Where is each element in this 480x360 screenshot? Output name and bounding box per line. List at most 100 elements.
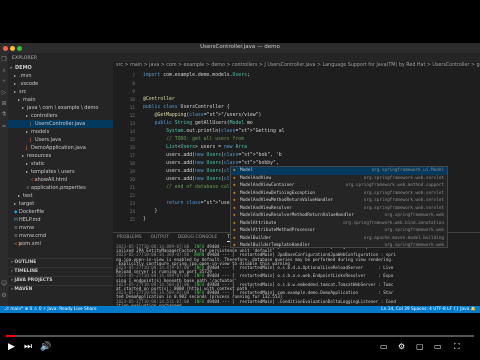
tree-item-label: java \ com \ example \ demo <box>27 105 99 111</box>
section-outline[interactable]: › OUTLINE <box>8 258 113 266</box>
line-number: 18 <box>129 162 135 167</box>
status-left[interactable]: ⎇ main* ⊗ 0 ⚠ 0 ⚡ Java: Ready Live Share <box>4 306 96 313</box>
extensions-icon[interactable]: ⊞ <box>1 101 7 107</box>
tree-item[interactable]: ▸ templates \ users <box>8 168 113 176</box>
suggestion-detail: org.springframework.web <box>384 243 445 248</box>
code-line[interactable]: List<Users> users = new Arra <box>143 145 247 150</box>
tree-item-label: templates \ users <box>31 169 75 175</box>
video-progress-bar[interactable] <box>6 335 474 337</box>
suggestion-item[interactable]: ◈ ModelAndViewResolverMethodReturnValueHa… <box>231 212 447 220</box>
tree-item-label: application.properties <box>31 185 86 191</box>
source-control-icon[interactable]: ⑂ <box>1 79 7 85</box>
code-line[interactable]: public String getAllUsers(Model mo <box>143 121 253 126</box>
line-number: 15 <box>129 138 135 143</box>
panel-tab-problems[interactable]: PROBLEMS <box>117 234 142 241</box>
tree-item[interactable]: <>showAll.html <box>8 176 113 184</box>
suggestion-item[interactable]: ◈ ModelAndViewResolver org.springframework… <box>231 205 447 213</box>
fullscreen-icon[interactable]: ⛶ <box>454 341 460 353</box>
manage-gear-icon[interactable]: ⚙ <box>1 293 7 299</box>
settings-icon[interactable]: ⚙ <box>398 341 405 353</box>
code-line[interactable]: public class UsersController { <box>143 105 230 110</box>
code-line[interactable]: @GetMapping(class="st">"/users/view") <box>143 113 262 118</box>
tree-item[interactable]: ▸ test <box>8 192 113 200</box>
panel-tab-debug-console[interactable]: DEBUG CONSOLE <box>178 234 217 241</box>
tree-item[interactable]: ▸ src <box>8 88 113 96</box>
theater-icon[interactable]: ▭ <box>434 341 442 353</box>
code-line[interactable]: import com.example.demo.models.Users; <box>143 73 250 78</box>
suggestion-label: ModelAndView <box>240 175 272 181</box>
tree-item[interactable]: <>pom.xml <box>8 240 113 248</box>
suggestion-item[interactable]: ◈ ModelAttribute org.springframework.web.b… <box>231 220 447 228</box>
tree-item[interactable]: ▸ .vscode <box>8 80 113 88</box>
search-icon[interactable]: ⌕ <box>1 68 7 74</box>
class-icon: ◈ <box>233 183 236 188</box>
breadcrumb[interactable]: src > main > java > com > example > demo… <box>113 62 480 70</box>
status-right[interactable]: Ln 14, Col 39 Spaces: 4 UTF-8 LF {} Java… <box>381 306 476 313</box>
suggestion-label: ModelAndViewResolver <box>240 205 292 211</box>
line-number: 19 <box>129 170 135 175</box>
tree-item[interactable]: J UsersController.java <box>8 120 113 128</box>
tree-item[interactable]: ▸ resources <box>8 152 113 160</box>
testing-icon[interactable]: ⚗ <box>1 112 7 118</box>
tree-item[interactable]: MHELP.md <box>8 216 113 224</box>
suggestion-item[interactable]: ◈ ModelAndViewMethodReturnValueHandler org… <box>231 197 447 205</box>
section-maven[interactable]: › MAVEN <box>8 285 113 293</box>
suggestion-label: ModelAndViewMethodReturnValueHandler <box>240 198 334 203</box>
miniplayer-icon[interactable]: ▢ <box>416 341 424 353</box>
code-line[interactable]: } <box>143 217 146 222</box>
suggestion-item[interactable]: ◈ ModelAndViewContainer org.springframewor… <box>231 182 447 190</box>
class-icon: ◈ <box>233 243 236 248</box>
tree-item[interactable]: ▸ .mvn <box>8 72 113 80</box>
tree-item[interactable]: ▸ static <box>8 160 113 168</box>
suggestion-item[interactable]: ◈ ModelAttributeMethodProcessor org.spring… <box>231 227 447 235</box>
suggest-widget[interactable]: ◈ Model org.springframework.ui.Model ◈ Model… <box>230 166 448 248</box>
suggestion-item[interactable]: ◈ Model org.springframework.ui.Model <box>231 167 447 175</box>
tree-item[interactable]: ≡application.properties <box>8 184 113 192</box>
tree-item[interactable]: ▸ target <box>8 200 113 208</box>
code-line[interactable]: @Controller <box>143 97 175 102</box>
subtitles-icon[interactable]: ▭ <box>380 341 388 353</box>
volume-icon[interactable]: 🔊 <box>40 341 51 353</box>
line-number: 17 <box>129 154 135 159</box>
tree-item[interactable]: ▸ models <box>8 128 113 136</box>
class-icon: ◈ <box>233 205 236 211</box>
suggestion-label: ModelBuilderTemplateHandler <box>240 243 310 248</box>
suggestion-item[interactable]: ◈ ModelBuilder org.apache.maven.model.buil… <box>231 235 447 243</box>
next-icon[interactable]: ⏭ <box>24 341 32 353</box>
tree-item-label: pom.xml <box>19 241 41 247</box>
tree-item[interactable]: J DemoApplication.java <box>8 144 113 152</box>
tree-item[interactable]: ▸ java \ com \ example \ demo <box>8 104 113 112</box>
code-line[interactable]: } <box>143 209 158 214</box>
title-bar: UsersController.java — demo <box>0 43 480 53</box>
section-timeline[interactable]: › TIMELINE <box>8 267 113 275</box>
account-icon[interactable]: ☺ <box>1 281 7 287</box>
run-debug-icon[interactable]: ▷ <box>1 90 7 96</box>
section-java-projects[interactable]: › JAVA PROJECTS <box>8 276 113 284</box>
tree-item[interactable]: ≡mvnw <box>8 224 113 232</box>
tree-item[interactable]: ◆ Dockerfile <box>8 208 113 216</box>
tree-item-label: .mvn <box>19 73 32 79</box>
class-icon: ◈ <box>233 235 236 241</box>
java-icon[interactable]: ☕ <box>1 123 7 129</box>
code-line[interactable]: // end of database call <box>143 185 232 190</box>
suggestion-detail: org.springframework.web.method.support <box>345 183 444 188</box>
play-icon[interactable]: ▶ <box>8 341 15 353</box>
workspace-root[interactable]: ▾ DEMO <box>8 64 113 72</box>
panel-tab-output[interactable]: OUTPUT <box>151 234 169 241</box>
line-number: 7 <box>132 74 135 79</box>
files-icon[interactable]: ❐ <box>1 57 7 63</box>
tree-item-label: resources <box>27 153 52 159</box>
tree-item[interactable]: J Users.java <box>8 136 113 144</box>
suggestion-item[interactable]: ◈ ModelAndView org.springframework.web.ser… <box>231 175 447 183</box>
code-line[interactable]: // TODO: get all users from <box>143 137 244 142</box>
suggestion-item[interactable]: ◈ ModelAndViewDefiningException org.spring… <box>231 190 447 198</box>
tree-item[interactable]: ▸ controllers <box>8 112 113 120</box>
suggestion-detail: org.springframework.web <box>384 213 445 218</box>
tree-item[interactable]: ▸ main <box>8 96 113 104</box>
suggestion-item[interactable]: ◈ ModelBuilderTemplateHandler org.springfr… <box>231 242 447 248</box>
suggestion-label: ModelAttribute <box>240 220 277 226</box>
code-line[interactable]: System.out.println(class="st">"Getting a… <box>143 129 284 134</box>
window-title: UsersController.java — demo <box>200 44 280 50</box>
tree-item[interactable]: ≡mvnw.cmd <box>8 232 113 240</box>
code-line[interactable]: users.add(new Users(class="st">"bob", 'b <box>143 153 282 158</box>
